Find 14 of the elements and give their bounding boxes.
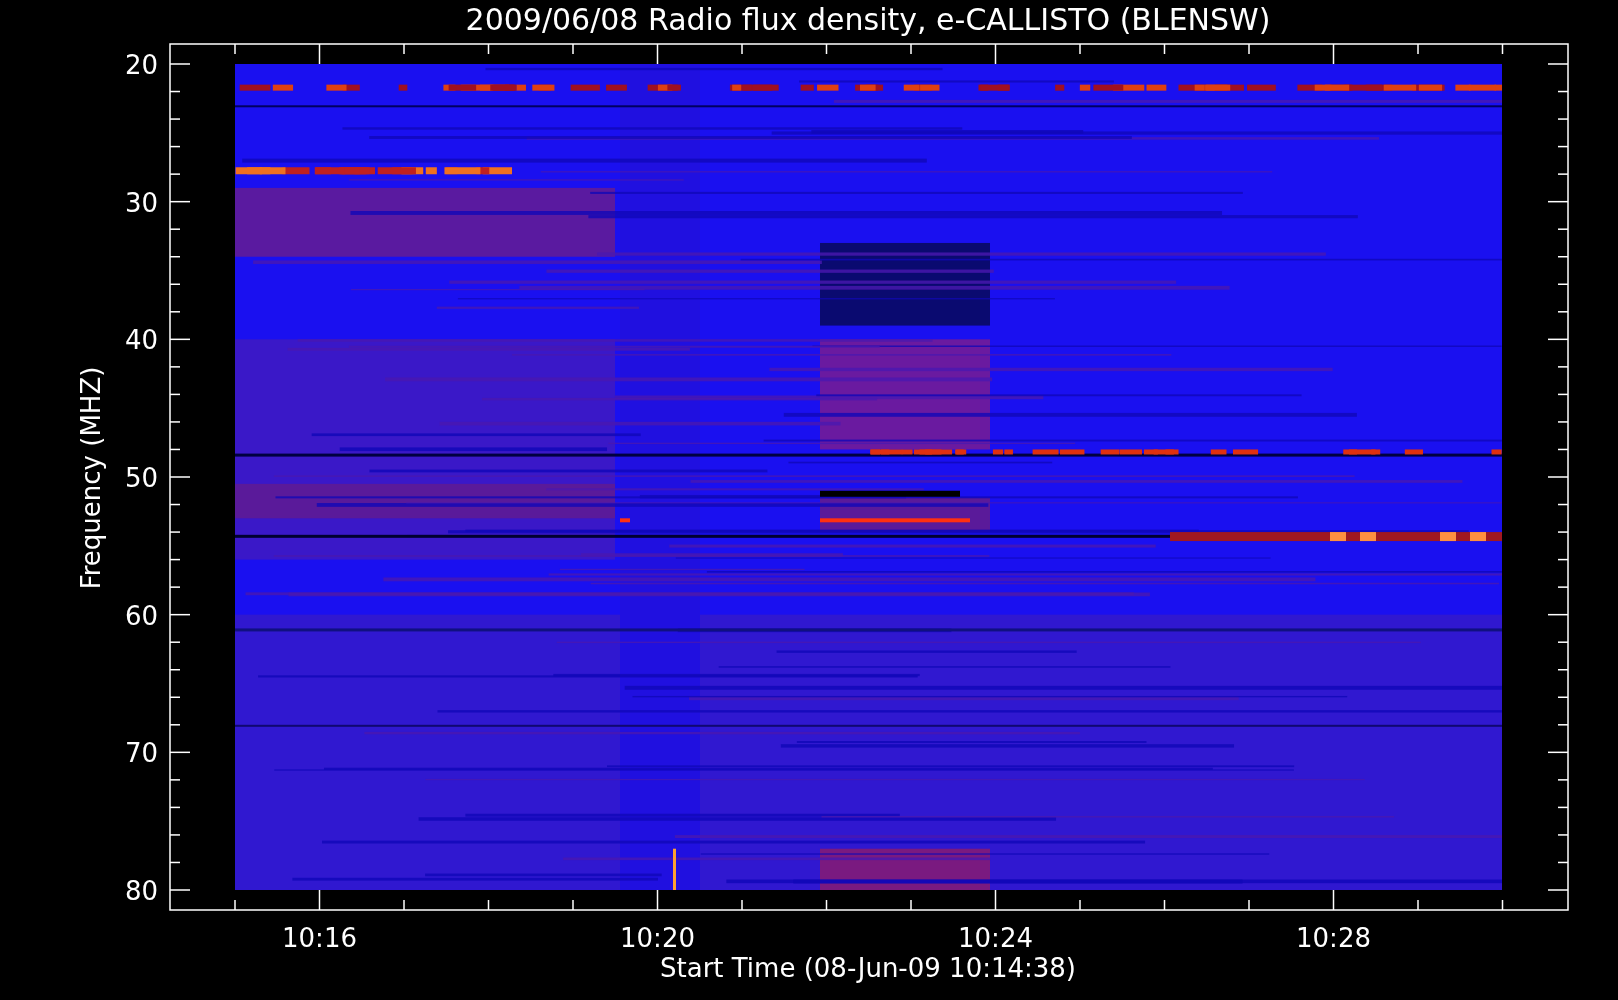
- x-axis-label: Start Time (08-Jun-09 10:14:38): [660, 953, 1076, 983]
- y-tick-label: 70: [124, 738, 158, 769]
- x-tick-label: 10:28: [1296, 923, 1371, 953]
- y-tick-label: 30: [124, 187, 158, 218]
- y-axis-label: Frequency (MHZ): [76, 366, 106, 590]
- y-tick-label: 50: [124, 463, 158, 493]
- y-tick-label: 40: [124, 325, 158, 356]
- x-tick-label: 10:16: [282, 923, 357, 953]
- x-tick-label: 10:24: [958, 923, 1033, 953]
- y-tick-label: 80: [124, 876, 158, 906]
- y-tick-label: 60: [124, 600, 158, 631]
- y-tick-label: 20: [124, 50, 158, 80]
- chart-title: 2009/06/08 Radio flux density, e-CALLISTO (BLENSW): [465, 2, 1271, 37]
- x-tick-label: 10:20: [620, 923, 695, 953]
